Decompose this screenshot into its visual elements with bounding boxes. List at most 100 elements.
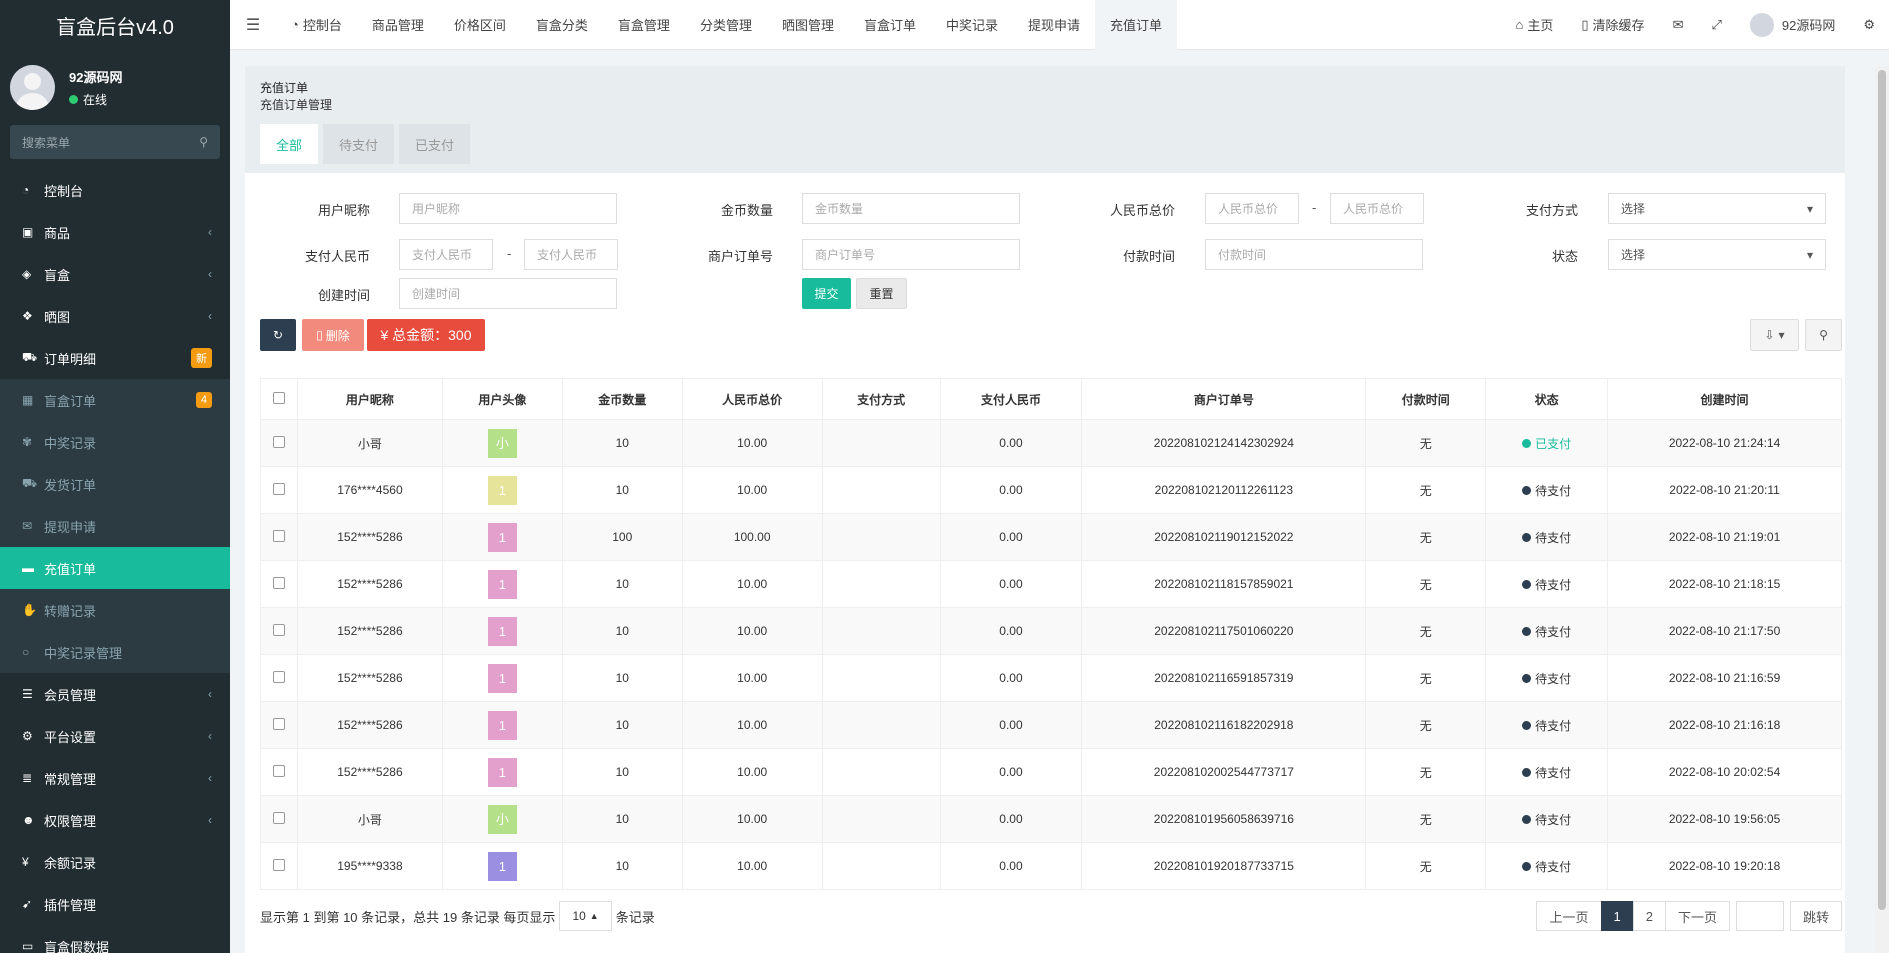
pay-time-input[interactable]: 付款时间 <box>1205 239 1423 270</box>
reset-button[interactable]: 重置 <box>856 278 907 309</box>
order-no-input[interactable]: 商户订单号 <box>802 239 1020 270</box>
sidebar-item[interactable]: ¥ 余额记录 <box>0 841 230 883</box>
column-header[interactable]: 支付人民币 <box>939 378 1083 420</box>
sidebar-item[interactable]: ❖ 晒图 ‹ <box>0 295 230 337</box>
page-1-button[interactable]: 1 <box>1600 901 1634 931</box>
nav-tab[interactable]: 价格区间 <box>439 0 521 50</box>
table-row[interactable]: 152****5286 1 10 10.00 0.00 20220810211659185… <box>260 654 1842 702</box>
column-header[interactable]: 用户昵称 <box>296 378 443 420</box>
pay-method-select[interactable]: 选择 ▾ <box>1608 193 1826 224</box>
nav-tab[interactable]: 盲盒订单 <box>849 0 931 50</box>
next-page-button[interactable]: 下一页 <box>1664 901 1730 931</box>
submit-button[interactable]: 提交 <box>802 278 851 309</box>
column-header[interactable]: 支付方式 <box>821 378 941 420</box>
hamburger-icon[interactable]: ☰ <box>230 15 276 35</box>
sidebar-item[interactable]: ○ 中奖记录管理 <box>0 631 230 673</box>
nav-tab[interactable]: 晒图管理 <box>767 0 849 50</box>
page-2-button[interactable]: 2 <box>1632 901 1666 931</box>
column-header[interactable]: 金币数量 <box>561 378 683 420</box>
pay-rmb-max-input[interactable]: 支付人民币 <box>524 239 618 270</box>
row-checkbox[interactable] <box>272 482 285 495</box>
row-checkbox[interactable] <box>272 435 285 448</box>
column-header[interactable]: 商户订单号 <box>1081 378 1367 420</box>
column-header[interactable]: 用户头像 <box>441 378 563 420</box>
toggle-search-button[interactable]: ⚲ <box>1805 319 1842 351</box>
nav-tab[interactable]: ◔ 控制台 <box>276 0 357 50</box>
sidebar-item[interactable]: ▭ 盲盒假数据 <box>0 925 230 953</box>
rmb-total-max-input[interactable]: 人民币总价 <box>1330 193 1424 224</box>
jump-page-input[interactable] <box>1735 901 1784 931</box>
table-row[interactable]: 152****5286 1 10 10.00 0.00 20220810211815785… <box>260 560 1842 608</box>
search-icon[interactable]: ⚲ <box>199 135 208 149</box>
column-header[interactable]: 付款时间 <box>1365 378 1487 420</box>
table-row[interactable]: 小哥 小 10 10.00 0.00 20220810195605863971​6 无 待支付… <box>260 795 1842 843</box>
select-all-checkbox[interactable] <box>272 391 285 404</box>
refresh-button[interactable]: ↻ <box>260 319 296 351</box>
brand-title[interactable]: 盲盒后台v4.0 <box>0 0 230 50</box>
nav-tab[interactable]: 充值订单 <box>1095 0 1178 50</box>
sidebar-item[interactable]: ➹ 插件管理 <box>0 883 230 925</box>
table-row[interactable]: 195****9338 1 10 10.00 0.00 20220810192018773… <box>260 842 1842 890</box>
nav-tab[interactable]: 提现申请 <box>1013 0 1095 50</box>
row-checkbox[interactable] <box>272 670 285 683</box>
home-link[interactable]: ⌂ 主页 <box>1502 15 1568 34</box>
sidebar-item[interactable]: ⚙ 平台设置 ‹ <box>0 715 230 757</box>
sidebar-item[interactable]: ▦ 盲盒订单 4 <box>0 379 230 421</box>
menu-search-input[interactable]: 搜索菜单 ⚲ <box>10 125 220 159</box>
status-tab[interactable]: 全部 <box>260 124 319 164</box>
nav-tab[interactable]: 中奖记录 <box>931 0 1013 50</box>
nickname-input[interactable]: 用户昵称 <box>399 193 617 224</box>
table-row[interactable]: 152****5286 1 100 100.00 0.00 202208102119012… <box>260 513 1842 561</box>
create-time-input[interactable]: 创建时间 <box>399 278 617 309</box>
table-row[interactable]: 176****4560 1 10 10.00 0.00 20220810212011226… <box>260 466 1842 514</box>
nav-tab[interactable]: 盲盒分类 <box>521 0 603 50</box>
column-header[interactable]: 人民币总价 <box>681 378 823 420</box>
sidebar-item[interactable]: ▬ 充值订单 <box>0 547 230 589</box>
sidebar-item[interactable]: ✾ 中奖记录 <box>0 421 230 463</box>
row-checkbox[interactable] <box>272 623 285 636</box>
rmb-total-min-input[interactable]: 人民币总价 <box>1205 193 1299 224</box>
sidebar-item[interactable]: ☰ 会员管理 ‹ <box>0 673 230 715</box>
row-checkbox[interactable] <box>272 717 285 730</box>
nav-tab[interactable]: 商品管理 <box>357 0 439 50</box>
sidebar-item[interactable]: ◈ 盲盒 ‹ <box>0 253 230 295</box>
export-button[interactable]: ⇩ ▾ <box>1750 319 1799 351</box>
sidebar-item[interactable]: ⛟ 发货订单 <box>0 463 230 505</box>
settings-gear-icon[interactable]: ⚙ <box>1849 17 1889 33</box>
fullscreen-icon[interactable]: ⤢ <box>1697 17 1735 33</box>
language-icon[interactable]: ✉ <box>1659 17 1698 33</box>
sidebar-item[interactable]: ✋ 转赠记录 <box>0 589 230 631</box>
nav-tab[interactable]: 盲盒管理 <box>603 0 685 50</box>
table-row[interactable]: 152****5286 1 10 10.00 0.00 20220810211618220… <box>260 701 1842 749</box>
jump-button[interactable]: 跳转 <box>1789 901 1842 931</box>
row-checkbox[interactable] <box>272 764 285 777</box>
row-checkbox[interactable] <box>272 811 285 824</box>
status-tab[interactable]: 待支付 <box>323 124 395 164</box>
sidebar-item[interactable]: ≣ 常规管理 ‹ <box>0 757 230 799</box>
sidebar-item[interactable]: ◔ 控制台 <box>0 169 230 211</box>
total-amount-button[interactable]: ¥ 总金额：300 <box>367 319 485 351</box>
row-checkbox[interactable] <box>272 576 285 589</box>
delete-button[interactable]: ▯ 删除 <box>302 319 364 351</box>
table-row[interactable]: 152****5286 1 10 10.00 0.00 20220810211750106… <box>260 607 1842 655</box>
column-header[interactable]: 状态 <box>1485 378 1609 420</box>
nav-tab[interactable]: 分类管理 <box>685 0 767 50</box>
sidebar-item[interactable]: ▣ 商品 ‹ <box>0 211 230 253</box>
table-row[interactable]: 小哥 小 10 10.00 0.00 20220810212414230292​4 无 已支付… <box>260 419 1842 467</box>
page-scrollbar[interactable] <box>1875 66 1889 953</box>
page-size-dropdown[interactable]: 10 ▲ <box>559 901 612 931</box>
sidebar-item[interactable]: ⛟ 订单明细 新 <box>0 337 230 379</box>
clear-cache-button[interactable]: ▯ 清除缓存 <box>1567 15 1658 34</box>
status-select[interactable]: 选择 ▾ <box>1608 239 1826 270</box>
scrollbar-thumb[interactable] <box>1878 70 1886 910</box>
status-tab[interactable]: 已支付 <box>399 124 471 164</box>
coin-input[interactable]: 金币数量 <box>802 193 1020 224</box>
row-checkbox[interactable] <box>272 529 285 542</box>
pay-rmb-min-input[interactable]: 支付人民币 <box>399 239 493 270</box>
prev-page-button[interactable]: 上一页 <box>1536 901 1602 931</box>
sidebar-item[interactable]: ☻ 权限管理 ‹ <box>0 799 230 841</box>
row-checkbox[interactable] <box>272 858 285 871</box>
column-header[interactable]: 创建时间 <box>1607 378 1842 420</box>
user-menu[interactable]: 92源码网 <box>1736 12 1849 37</box>
sidebar-item[interactable]: ✉ 提现申请 <box>0 505 230 547</box>
